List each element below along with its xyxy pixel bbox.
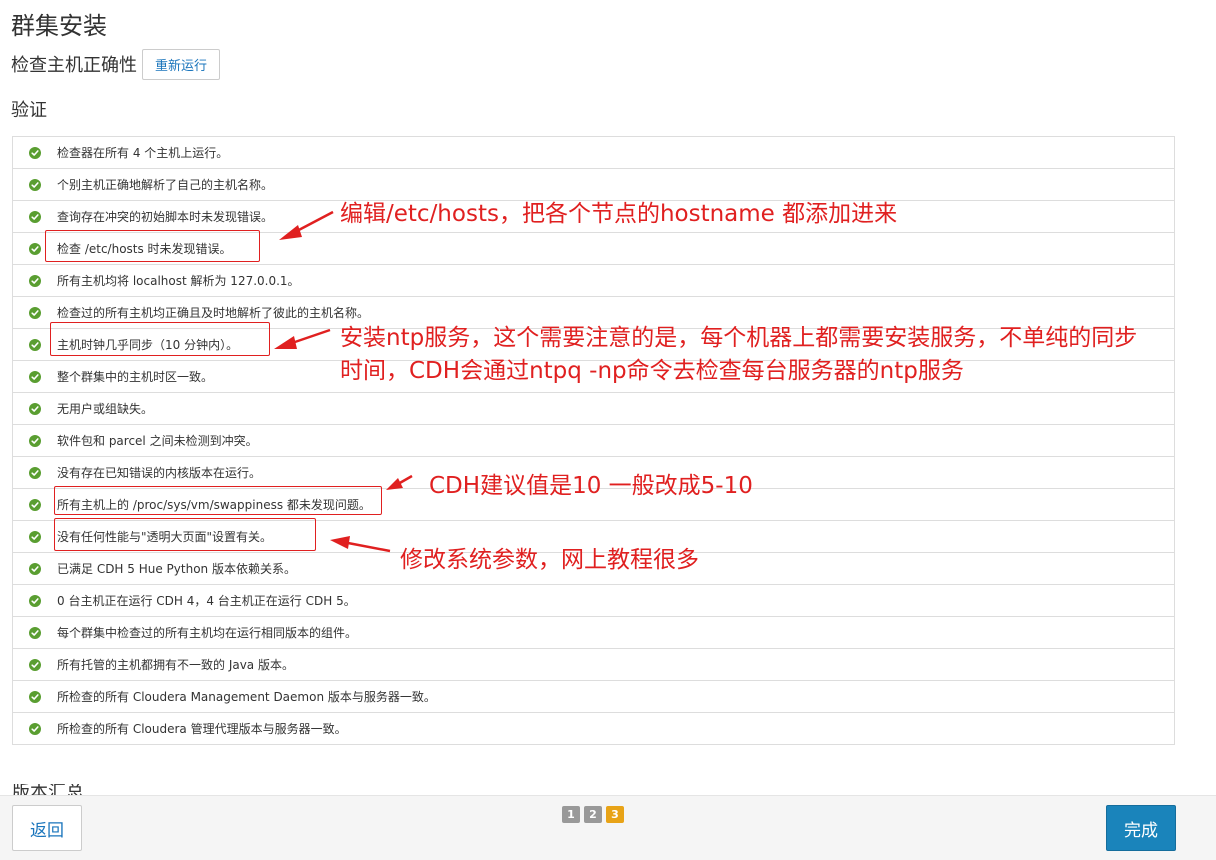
annotation-ntp-line2: 时间，CDH会通过ntpq -np命令去检查每台服务器的ntp服务 <box>340 358 964 384</box>
annotation-thp: 修改系统参数，网上教程很多 <box>400 547 699 573</box>
check-circle-icon <box>29 690 41 703</box>
check-circle-icon <box>29 210 41 223</box>
validation-title: 验证 <box>11 100 47 121</box>
page-title: 群集安装 <box>11 12 107 40</box>
wizard-footer: 返回 123 完成 <box>0 795 1216 860</box>
check-circle-icon <box>29 498 41 511</box>
annotation-box-thp <box>54 518 316 551</box>
inspect-subtitle: 检查主机正确性 <box>11 55 137 76</box>
check-circle-icon <box>29 370 41 383</box>
check-circle-icon <box>29 274 41 287</box>
validation-item-text: 无用户或组缺失。 <box>57 402 154 416</box>
check-circle-icon <box>29 594 41 607</box>
check-circle-icon <box>29 338 41 351</box>
check-circle-icon <box>29 658 41 671</box>
check-circle-icon <box>29 466 41 479</box>
check-circle-icon <box>29 242 41 255</box>
rerun-button[interactable]: 重新运行 <box>142 48 221 80</box>
step-1: 1 <box>562 806 580 823</box>
step-3: 3 <box>606 806 624 823</box>
check-circle-icon <box>29 178 41 191</box>
validation-item-text: 检查过的所有主机均正确且及时地解析了彼此的主机名称。 <box>57 306 370 320</box>
validation-item-text: 所有托管的主机都拥有不一致的 Java 版本。 <box>57 658 294 672</box>
validation-item: 所有主机均将 localhost 解析为 127.0.0.1。 <box>13 264 1174 296</box>
annotation-box-swappiness <box>54 486 382 515</box>
check-circle-icon <box>29 306 41 319</box>
step-indicator: 123 <box>562 806 624 823</box>
validation-item-text: 查询存在冲突的初始脚本时未发现错误。 <box>57 210 274 224</box>
validation-item: 所有托管的主机都拥有不一致的 Java 版本。 <box>13 648 1174 680</box>
validation-item-text: 个别主机正确地解析了自己的主机名称。 <box>57 178 274 192</box>
annotation-box-hosts <box>45 230 260 262</box>
validation-item: 所检查的所有 Cloudera 管理代理版本与服务器一致。 <box>13 712 1174 744</box>
validation-item-text: 没有存在已知错误的内核版本在运行。 <box>57 466 262 480</box>
annotation-box-ntp <box>50 322 270 356</box>
validation-item: 检查器在所有 4 个主机上运行。 <box>13 137 1174 168</box>
validation-item-text: 软件包和 parcel 之间未检测到冲突。 <box>57 434 258 448</box>
inspect-header: 检查主机正确性 重新运行 <box>11 48 221 80</box>
finish-button[interactable]: 完成 <box>1106 805 1176 851</box>
validation-item-text: 整个群集中的主机时区一致。 <box>57 370 214 384</box>
check-circle-icon <box>29 722 41 735</box>
step-2: 2 <box>584 806 602 823</box>
check-circle-icon <box>29 434 41 447</box>
check-circle-icon <box>29 562 41 575</box>
validation-item: 软件包和 parcel 之间未检测到冲突。 <box>13 424 1174 456</box>
validation-item: 0 台主机正在运行 CDH 4，4 台主机正在运行 CDH 5。 <box>13 584 1174 616</box>
validation-item-text: 所检查的所有 Cloudera Management Daemon 版本与服务器… <box>57 690 436 704</box>
validation-item: 每个群集中检查过的所有主机均在运行相同版本的组件。 <box>13 616 1174 648</box>
check-circle-icon <box>29 402 41 415</box>
validation-item-text: 每个群集中检查过的所有主机均在运行相同版本的组件。 <box>57 626 358 640</box>
validation-item-text: 已满足 CDH 5 Hue Python 版本依赖关系。 <box>57 562 296 576</box>
annotation-swappiness: CDH建议值是10 一般改成5-10 <box>429 473 753 499</box>
validation-item-text: 所有主机均将 localhost 解析为 127.0.0.1。 <box>57 274 300 288</box>
validation-item: 无用户或组缺失。 <box>13 392 1174 424</box>
check-circle-icon <box>29 626 41 639</box>
annotation-hosts: 编辑/etc/hosts，把各个节点的hostname 都添加进来 <box>340 201 898 227</box>
validation-item-text: 0 台主机正在运行 CDH 4，4 台主机正在运行 CDH 5。 <box>57 594 356 608</box>
check-circle-icon <box>29 530 41 543</box>
validation-item-text: 检查器在所有 4 个主机上运行。 <box>57 146 229 160</box>
validation-item: 个别主机正确地解析了自己的主机名称。 <box>13 168 1174 200</box>
annotation-ntp-line1: 安装ntp服务，这个需要注意的是，每个机器上都需要安装服务，不单纯的同步 <box>340 325 1138 351</box>
validation-item-text: 所检查的所有 Cloudera 管理代理版本与服务器一致。 <box>57 722 347 736</box>
check-circle-icon <box>29 146 41 159</box>
back-button[interactable]: 返回 <box>12 805 82 851</box>
validation-item: 所检查的所有 Cloudera Management Daemon 版本与服务器… <box>13 680 1174 712</box>
